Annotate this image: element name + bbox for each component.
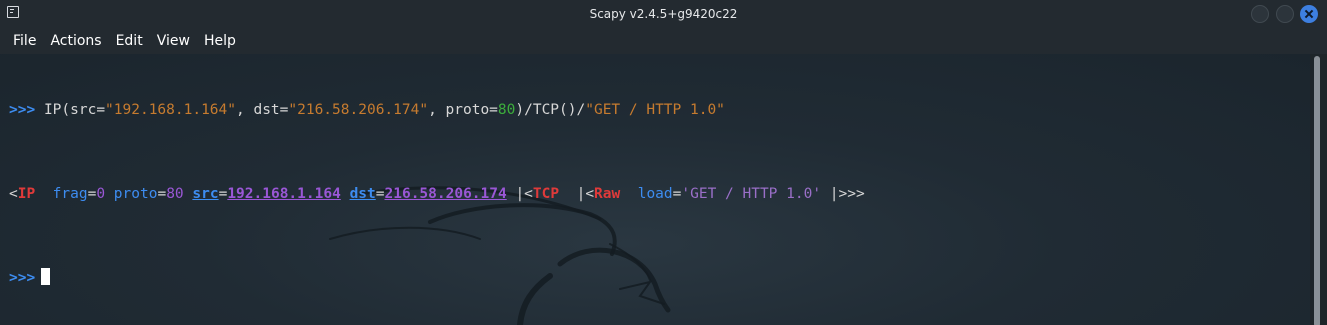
string-literal: "192.168.1.164" (105, 102, 236, 118)
menu-bar: File Actions Edit View Help (0, 28, 1327, 54)
code-text: )/TCP()/ (515, 102, 586, 118)
menu-file[interactable]: File (6, 28, 43, 54)
layer-name-tcp: TCP (532, 186, 560, 202)
layer-separator: |< (506, 186, 533, 202)
bracket: < (9, 186, 18, 202)
field-frag: frag (52, 186, 88, 202)
menu-actions[interactable]: Actions (43, 28, 108, 54)
number-literal: 80 (497, 102, 516, 118)
equals: = (157, 186, 167, 202)
terminal-output[interactable]: >>> IP(src="192.168.1.164", dst="216.58.… (0, 54, 1310, 325)
menu-help[interactable]: Help (197, 28, 243, 54)
code-text: , dst= (236, 102, 289, 118)
field-dst: dst (349, 186, 376, 202)
scrollbar-thumb[interactable] (1314, 56, 1320, 325)
layer-name-raw: Raw (594, 186, 621, 202)
code-text: , proto= (428, 102, 498, 118)
window-title: Scapy v2.4.5+g9420c22 (589, 7, 738, 21)
terminal-line-output: <IP frag=0 proto=80 src=192.168.1.164 ds… (9, 184, 865, 205)
field-load: load (637, 186, 673, 202)
value-proto: 80 (166, 186, 184, 202)
line-end: |>>> (821, 186, 865, 202)
scrollbar[interactable] (1310, 54, 1327, 325)
value-frag: 0 (96, 186, 106, 202)
text-cursor (41, 268, 51, 285)
terminal-window: Scapy v2.4.5+g9420c22 File Actions Edit … (0, 0, 1327, 325)
value-src: 192.168.1.164 (227, 186, 341, 202)
title-bar: Scapy v2.4.5+g9420c22 (0, 0, 1327, 28)
value-dst: 216.58.206.174 (384, 186, 507, 202)
layer-separator: |< (559, 186, 595, 202)
field-src: src (192, 186, 219, 202)
equals: = (375, 186, 385, 202)
string-literal: "GET / HTTP 1.0" (585, 102, 725, 118)
prompt: >>> (9, 270, 36, 286)
prompt: >>> (9, 102, 36, 118)
value-load: 'GET / HTTP 1.0' (681, 186, 822, 202)
menu-edit[interactable]: Edit (109, 28, 150, 54)
field-proto: proto (113, 186, 158, 202)
string-literal: "216.58.206.174" (288, 102, 429, 118)
menu-view[interactable]: View (150, 28, 197, 54)
maximize-button[interactable] (1276, 5, 1294, 23)
close-button[interactable] (1300, 5, 1318, 23)
layer-name-ip: IP (17, 186, 36, 202)
code-text: IP(src= (43, 102, 106, 118)
terminal-line-input[interactable]: >>> (9, 268, 865, 289)
terminal-line-command: >>> IP(src="192.168.1.164", dst="216.58.… (9, 100, 865, 121)
minimize-button[interactable] (1251, 5, 1269, 23)
